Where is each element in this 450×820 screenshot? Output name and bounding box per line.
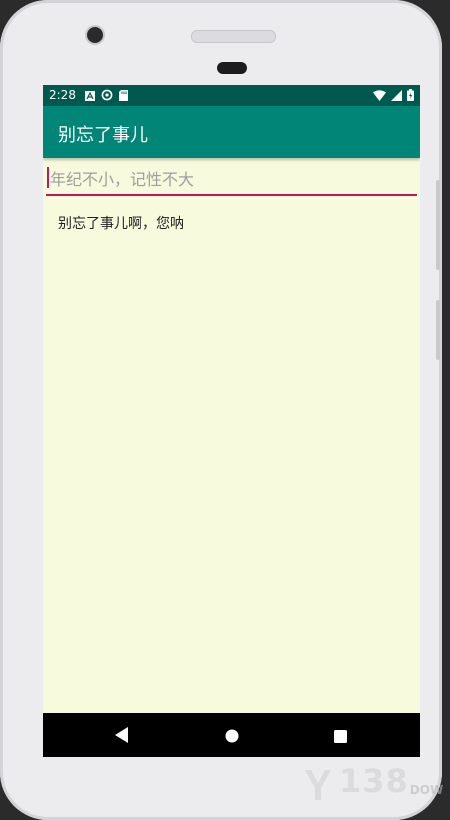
a-icon [85, 90, 95, 104]
device-frame: 2:28 别忘了事儿 年纪不小，记性不大 别忘了事儿啊，您呐 [0, 0, 442, 820]
sd-card-icon [119, 89, 128, 104]
home-icon[interactable] [225, 728, 239, 747]
power-button [436, 180, 440, 270]
watermark-logo-icon [305, 770, 331, 800]
app-title: 别忘了事儿 [58, 125, 148, 146]
volume-button [436, 300, 440, 360]
battery-icon [407, 89, 414, 104]
watermark-subtext: DOW [409, 783, 444, 797]
note-input[interactable] [46, 164, 420, 194]
front-camera [87, 27, 103, 43]
wifi-icon [373, 89, 386, 104]
speaker-grille [191, 30, 276, 43]
watermark-text: 138 [339, 762, 409, 800]
note-input-container [46, 164, 420, 196]
status-time: 2:28 [49, 88, 76, 102]
status-bar: 2:28 [43, 85, 420, 106]
earpiece [217, 62, 247, 74]
recents-icon[interactable] [334, 728, 347, 747]
screen: 2:28 别忘了事儿 年纪不小，记性不大 别忘了事儿啊，您呐 [43, 85, 420, 757]
back-icon[interactable] [115, 727, 129, 747]
signal-icon [391, 89, 402, 104]
navigation-bar [43, 713, 420, 757]
watermark: 138 DOW [305, 762, 443, 800]
app-bar: 别忘了事儿 [43, 106, 420, 158]
text-cursor [47, 167, 49, 188]
sync-icon [101, 89, 113, 104]
saved-note-text: 别忘了事儿啊，您呐 [58, 216, 184, 232]
